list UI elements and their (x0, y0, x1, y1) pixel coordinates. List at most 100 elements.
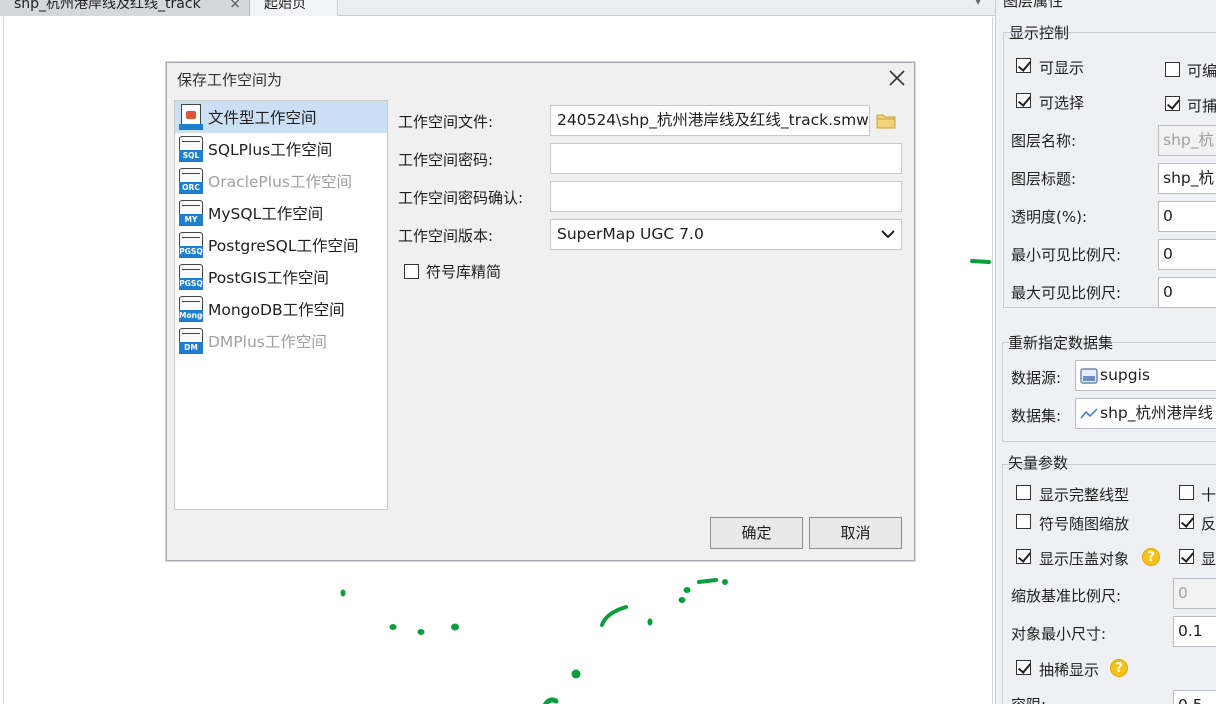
tab-label: 起始页 (264, 0, 306, 12)
list-item-label: 文件型工作空间 (208, 109, 317, 127)
chevron-down-icon (881, 230, 895, 239)
visible-checkbox[interactable] (1016, 58, 1031, 73)
workspace-password-input[interactable] (550, 143, 902, 174)
list-item-label: PostgreSQL工作空间 (208, 237, 359, 255)
ref-scale-input[interactable]: 0 (1173, 578, 1216, 609)
max-scale-input[interactable]: 0 (1158, 277, 1216, 308)
tab-start-page[interactable]: 起始页 (250, 0, 338, 16)
save-workspace-dialog: 保存工作空间为 文件型工作空间 SQL SQLPlus工作空间 ORC Orac… (166, 62, 915, 561)
mysql-database-icon: MY (178, 198, 204, 228)
editable-checkbox[interactable] (1165, 62, 1180, 77)
track-point (417, 629, 425, 635)
workspace-file-label: 工作空间文件: (398, 113, 494, 131)
transparency-input[interactable]: 0 (1158, 201, 1216, 232)
list-item-label: DMPlus工作空间 (208, 333, 327, 351)
close-icon[interactable] (886, 67, 908, 89)
show-checkbox[interactable] (1179, 549, 1194, 564)
ref-scale-label: 缩放基准比例尺: (1011, 587, 1122, 605)
overlap-checkbox[interactable] (1016, 549, 1031, 564)
dialog-title: 保存工作空间为 (177, 71, 283, 89)
anti-alias-checkbox[interactable] (1179, 514, 1194, 529)
track-segment (970, 259, 991, 264)
track-point (389, 624, 397, 630)
list-item-mysql[interactable]: MY MySQL工作空间 (175, 197, 387, 229)
dm-database-icon: DM (178, 326, 204, 356)
symbol-scale-checkbox[interactable] (1016, 514, 1031, 529)
workspace-file-input[interactable]: 240524\shp_杭州港岸线及红线_track.smwu (550, 105, 870, 136)
workspace-version-select[interactable]: SuperMap UGC 7.0 (550, 219, 902, 250)
help-icon[interactable]: ? (1142, 548, 1160, 566)
min-scale-input[interactable]: 0 (1158, 239, 1216, 270)
workspace-password-label: 工作空间密码: (398, 151, 494, 169)
cross-checkbox[interactable] (1179, 485, 1194, 500)
dataset-select[interactable]: shp_杭州港岸线 (1075, 398, 1216, 429)
tab-label: shp_杭州港岸线及红线_track (14, 0, 201, 12)
min-size-input[interactable]: 0.1 (1173, 616, 1216, 647)
tolerance-input[interactable]: 0.5 (1173, 690, 1216, 704)
list-item-sqlplus[interactable]: SQL SQLPlus工作空间 (175, 133, 387, 165)
min-size-label: 对象最小尺寸: (1011, 625, 1107, 643)
anti-alias-label: 反 (1201, 515, 1216, 533)
track-point (678, 597, 686, 603)
list-item-label: MySQL工作空间 (208, 205, 324, 223)
list-item-label: OraclePlus工作空间 (208, 173, 352, 191)
tab-map-track[interactable]: shp_杭州港岸线及红线_track × (0, 0, 250, 16)
group-title: 重新指定数据集 (1008, 334, 1114, 352)
track-segment (542, 697, 559, 704)
track-segment (600, 605, 628, 627)
line-dataset-icon (1080, 408, 1098, 419)
overlap-label: 显示压盖对象 (1039, 550, 1130, 568)
list-item-dmplus[interactable]: DM DMPlus工作空间 (175, 325, 387, 357)
dataset-value: shp_杭州港岸线 (1100, 404, 1213, 422)
full-line-checkbox[interactable] (1016, 485, 1031, 500)
tolerance-label: 容限: (1011, 694, 1046, 704)
folder-icon[interactable] (876, 113, 896, 129)
layer-caption-input[interactable]: shp_杭 (1158, 163, 1216, 194)
list-item-oracleplus[interactable]: ORC OraclePlus工作空间 (175, 165, 387, 197)
show-label: 显 (1201, 550, 1216, 568)
group-title: 显示控制 (1009, 24, 1070, 42)
workspace-type-list: 文件型工作空间 SQL SQLPlus工作空间 ORC OraclePlus工作… (174, 100, 388, 510)
close-tab-icon[interactable]: × (229, 0, 241, 14)
list-item-postgresql[interactable]: PGSQ PostgreSQL工作空间 (175, 229, 387, 261)
help-icon[interactable]: ? (1110, 659, 1128, 677)
selectable-label: 可选择 (1039, 94, 1085, 112)
sql-database-icon: SQL (178, 134, 204, 164)
thin-display-label: 抽稀显示 (1039, 661, 1100, 679)
datasource-select[interactable]: supgis (1075, 360, 1216, 391)
max-scale-label: 最大可见比例尺: (1011, 284, 1122, 302)
visible-label: 可显示 (1039, 59, 1085, 77)
workspace-version-label: 工作空间版本: (398, 227, 494, 245)
thin-display-checkbox[interactable] (1016, 660, 1031, 675)
snappable-label: 可捕 (1187, 97, 1216, 115)
group-title: 矢量参数 (1008, 454, 1069, 472)
track-point (571, 669, 581, 679)
cancel-button[interactable]: 取消 (809, 517, 902, 549)
datasource-icon (1080, 368, 1098, 384)
track-point (451, 623, 459, 631)
layer-name-input[interactable]: shp_杭 (1158, 125, 1216, 156)
selectable-checkbox[interactable] (1016, 93, 1031, 108)
postgis-database-icon: PGSQ (178, 262, 204, 292)
workspace-password-confirm-input[interactable] (550, 181, 902, 212)
list-item-postgis[interactable]: PGSQ PostGIS工作空间 (175, 261, 387, 293)
panel-title: 图层属性 (1003, 0, 1064, 10)
postgresql-database-icon: PGSQ (178, 230, 204, 260)
oracle-database-icon: ORC (178, 166, 204, 196)
tab-dropdown-icon[interactable]: ▾ (975, 0, 981, 8)
document-tab-bar: shp_杭州港岸线及红线_track × 起始页 ▾ (0, 0, 995, 16)
track-point (683, 587, 691, 593)
datasource-label: 数据源: (1011, 369, 1062, 387)
list-item-file-workspace[interactable]: 文件型工作空间 (175, 101, 387, 133)
dataset-label: 数据集: (1011, 407, 1062, 425)
layer-name-label: 图层名称: (1011, 132, 1077, 150)
ok-button[interactable]: 确定 (710, 517, 803, 549)
track-segment (697, 578, 718, 584)
cross-label: 十 (1201, 486, 1216, 504)
list-item-mongodb[interactable]: Mongo MongoDB工作空间 (175, 293, 387, 325)
workspace-version-value: SuperMap UGC 7.0 (557, 225, 704, 243)
symbol-simplify-checkbox[interactable] (404, 264, 419, 279)
mongodb-database-icon: Mongo (178, 294, 204, 324)
snappable-checkbox[interactable] (1165, 96, 1180, 111)
list-item-label: SQLPlus工作空间 (208, 141, 333, 159)
